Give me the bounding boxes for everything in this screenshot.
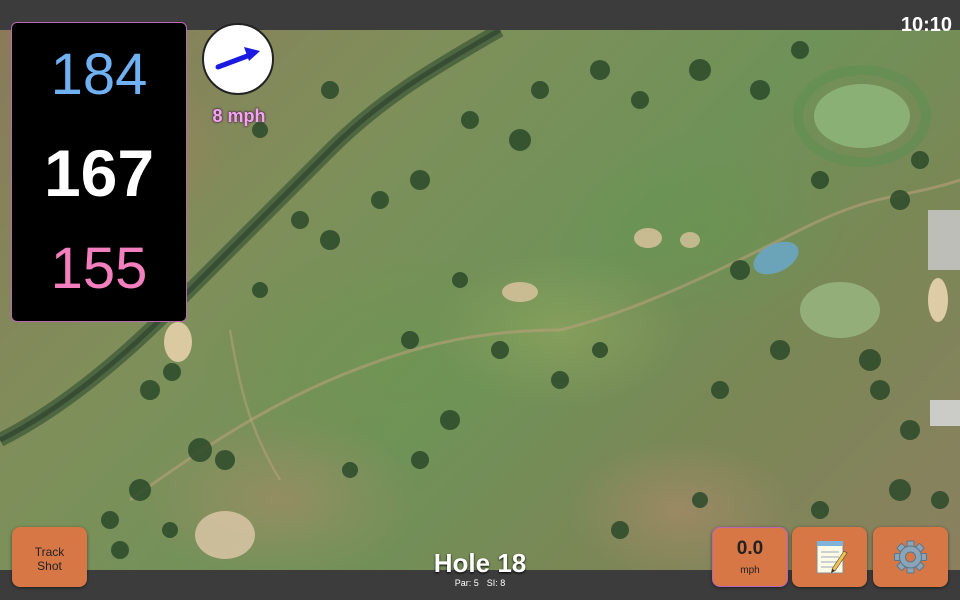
- middle-yardage: 167: [43, 136, 155, 210]
- hole-stroke-index: SI: 8: [486, 578, 506, 588]
- track-shot-label-line1: Track: [34, 545, 65, 559]
- hole-title: Hole 18: [433, 548, 527, 578]
- settings-button[interactable]: [873, 527, 948, 587]
- wind-direction-arrow-icon: [215, 47, 260, 70]
- yardage-panel: 184 167 155: [11, 22, 187, 322]
- front-yardage: 155: [50, 236, 148, 301]
- gear-icon: [894, 540, 927, 574]
- speed-button[interactable]: 0.0 mph: [712, 527, 788, 587]
- notepad-icon: [816, 541, 848, 574]
- status-clock: 10:10: [900, 14, 952, 36]
- wind-speed-label: 8 mph: [212, 106, 266, 126]
- track-shot-button[interactable]: Track Shot: [12, 527, 87, 587]
- back-yardage: 184: [50, 42, 148, 107]
- wind-indicator: [202, 23, 274, 95]
- hole-info: Par: 5 SI: 8: [380, 578, 580, 588]
- track-shot-label-line2: Shot: [37, 559, 62, 573]
- notes-button[interactable]: [792, 527, 867, 587]
- speed-value: 0.0: [736, 538, 764, 559]
- hole-par: Par: 5: [454, 578, 479, 588]
- speed-unit: mph: [740, 565, 760, 576]
